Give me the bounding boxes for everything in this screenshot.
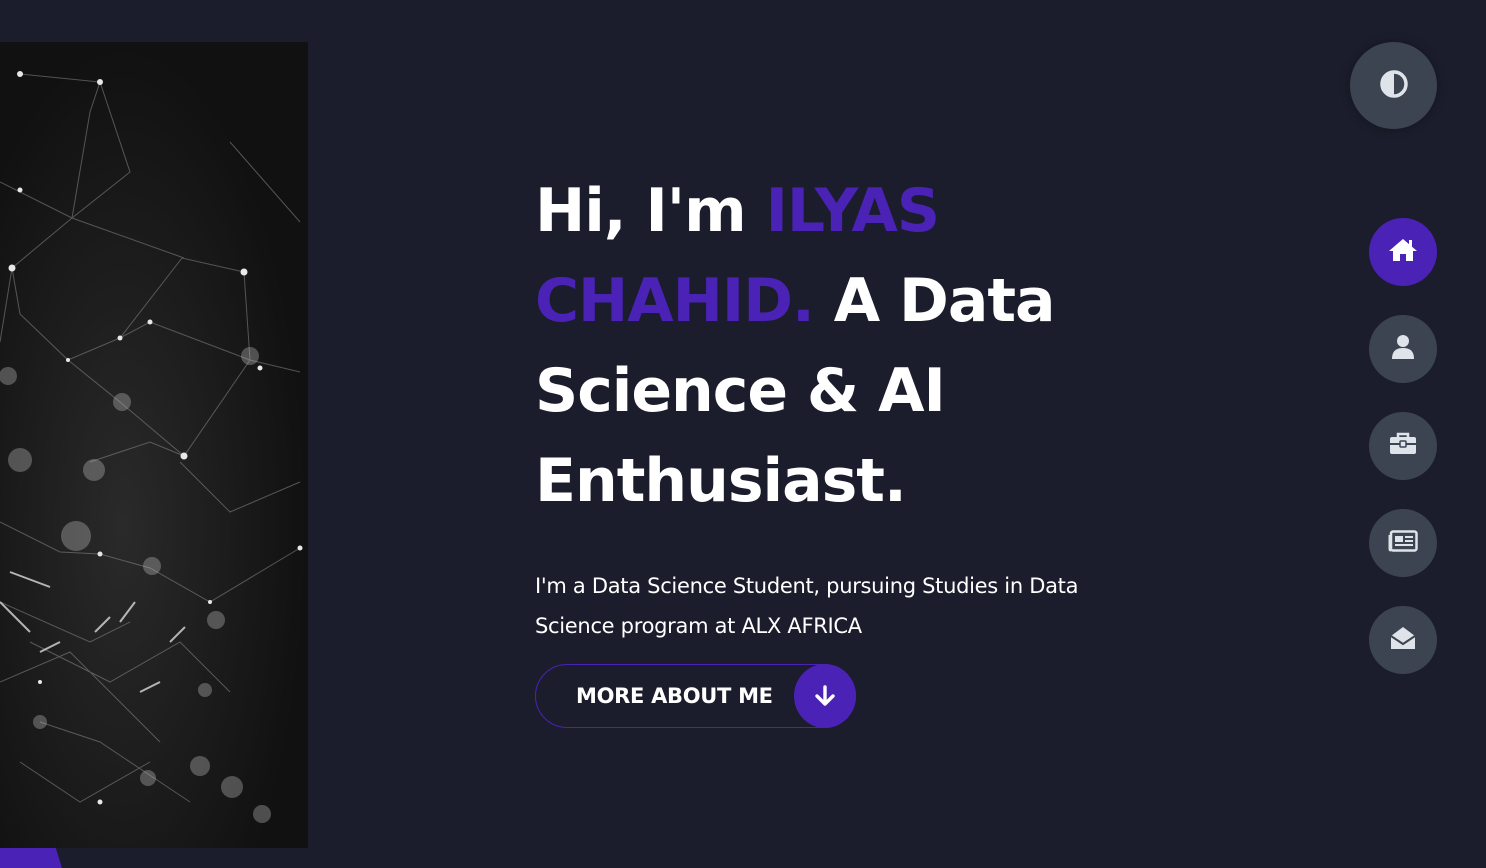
hero-headline: Hi, I'm ILYAS CHAHID. A Data Science & A… [535, 166, 1095, 526]
hero-intro: I'm a Data Science Student, pursuing Stu… [535, 566, 1135, 646]
nav-home-button[interactable] [1369, 218, 1437, 286]
accent-corner-shape [0, 848, 62, 868]
more-about-me-label: MORE ABOUT ME [576, 684, 773, 708]
nav-portfolio-button[interactable] [1369, 412, 1437, 480]
headline-role-start: A Data [813, 266, 1056, 336]
nav-blog-button[interactable] [1369, 509, 1437, 577]
intro-line-1: I'm a Data Science Student, pursuing Stu… [535, 574, 1079, 598]
user-icon [1391, 334, 1415, 364]
briefcase-icon [1389, 432, 1417, 460]
envelope-open-icon [1389, 625, 1417, 655]
headline-name-first: ILYAS [765, 176, 941, 246]
page: Hi, I'm ILYAS CHAHID. A Data Science & A… [0, 0, 1486, 868]
headline-name-last: CHAHID. [535, 266, 815, 336]
hero-section: Hi, I'm ILYAS CHAHID. A Data Science & A… [535, 166, 1095, 646]
intro-line-2: Science program at ALX AFRICA [535, 614, 862, 638]
half-circle-contrast-icon [1379, 69, 1409, 103]
home-icon [1388, 237, 1418, 267]
hero-background-image [0, 42, 308, 848]
headline-greeting: Hi, I'm [535, 176, 766, 246]
nav-about-button[interactable] [1369, 315, 1437, 383]
theme-toggle-button[interactable] [1350, 42, 1437, 129]
side-navigation [1369, 218, 1437, 703]
arrow-down-icon [794, 664, 856, 728]
headline-role-middle: Science & AI [535, 356, 946, 426]
more-about-me-button[interactable]: MORE ABOUT ME [535, 664, 856, 728]
nav-contact-button[interactable] [1369, 606, 1437, 674]
network-graphic [0, 71, 303, 823]
headline-role-end: Enthusiast. [535, 446, 907, 516]
newspaper-icon [1388, 530, 1418, 556]
